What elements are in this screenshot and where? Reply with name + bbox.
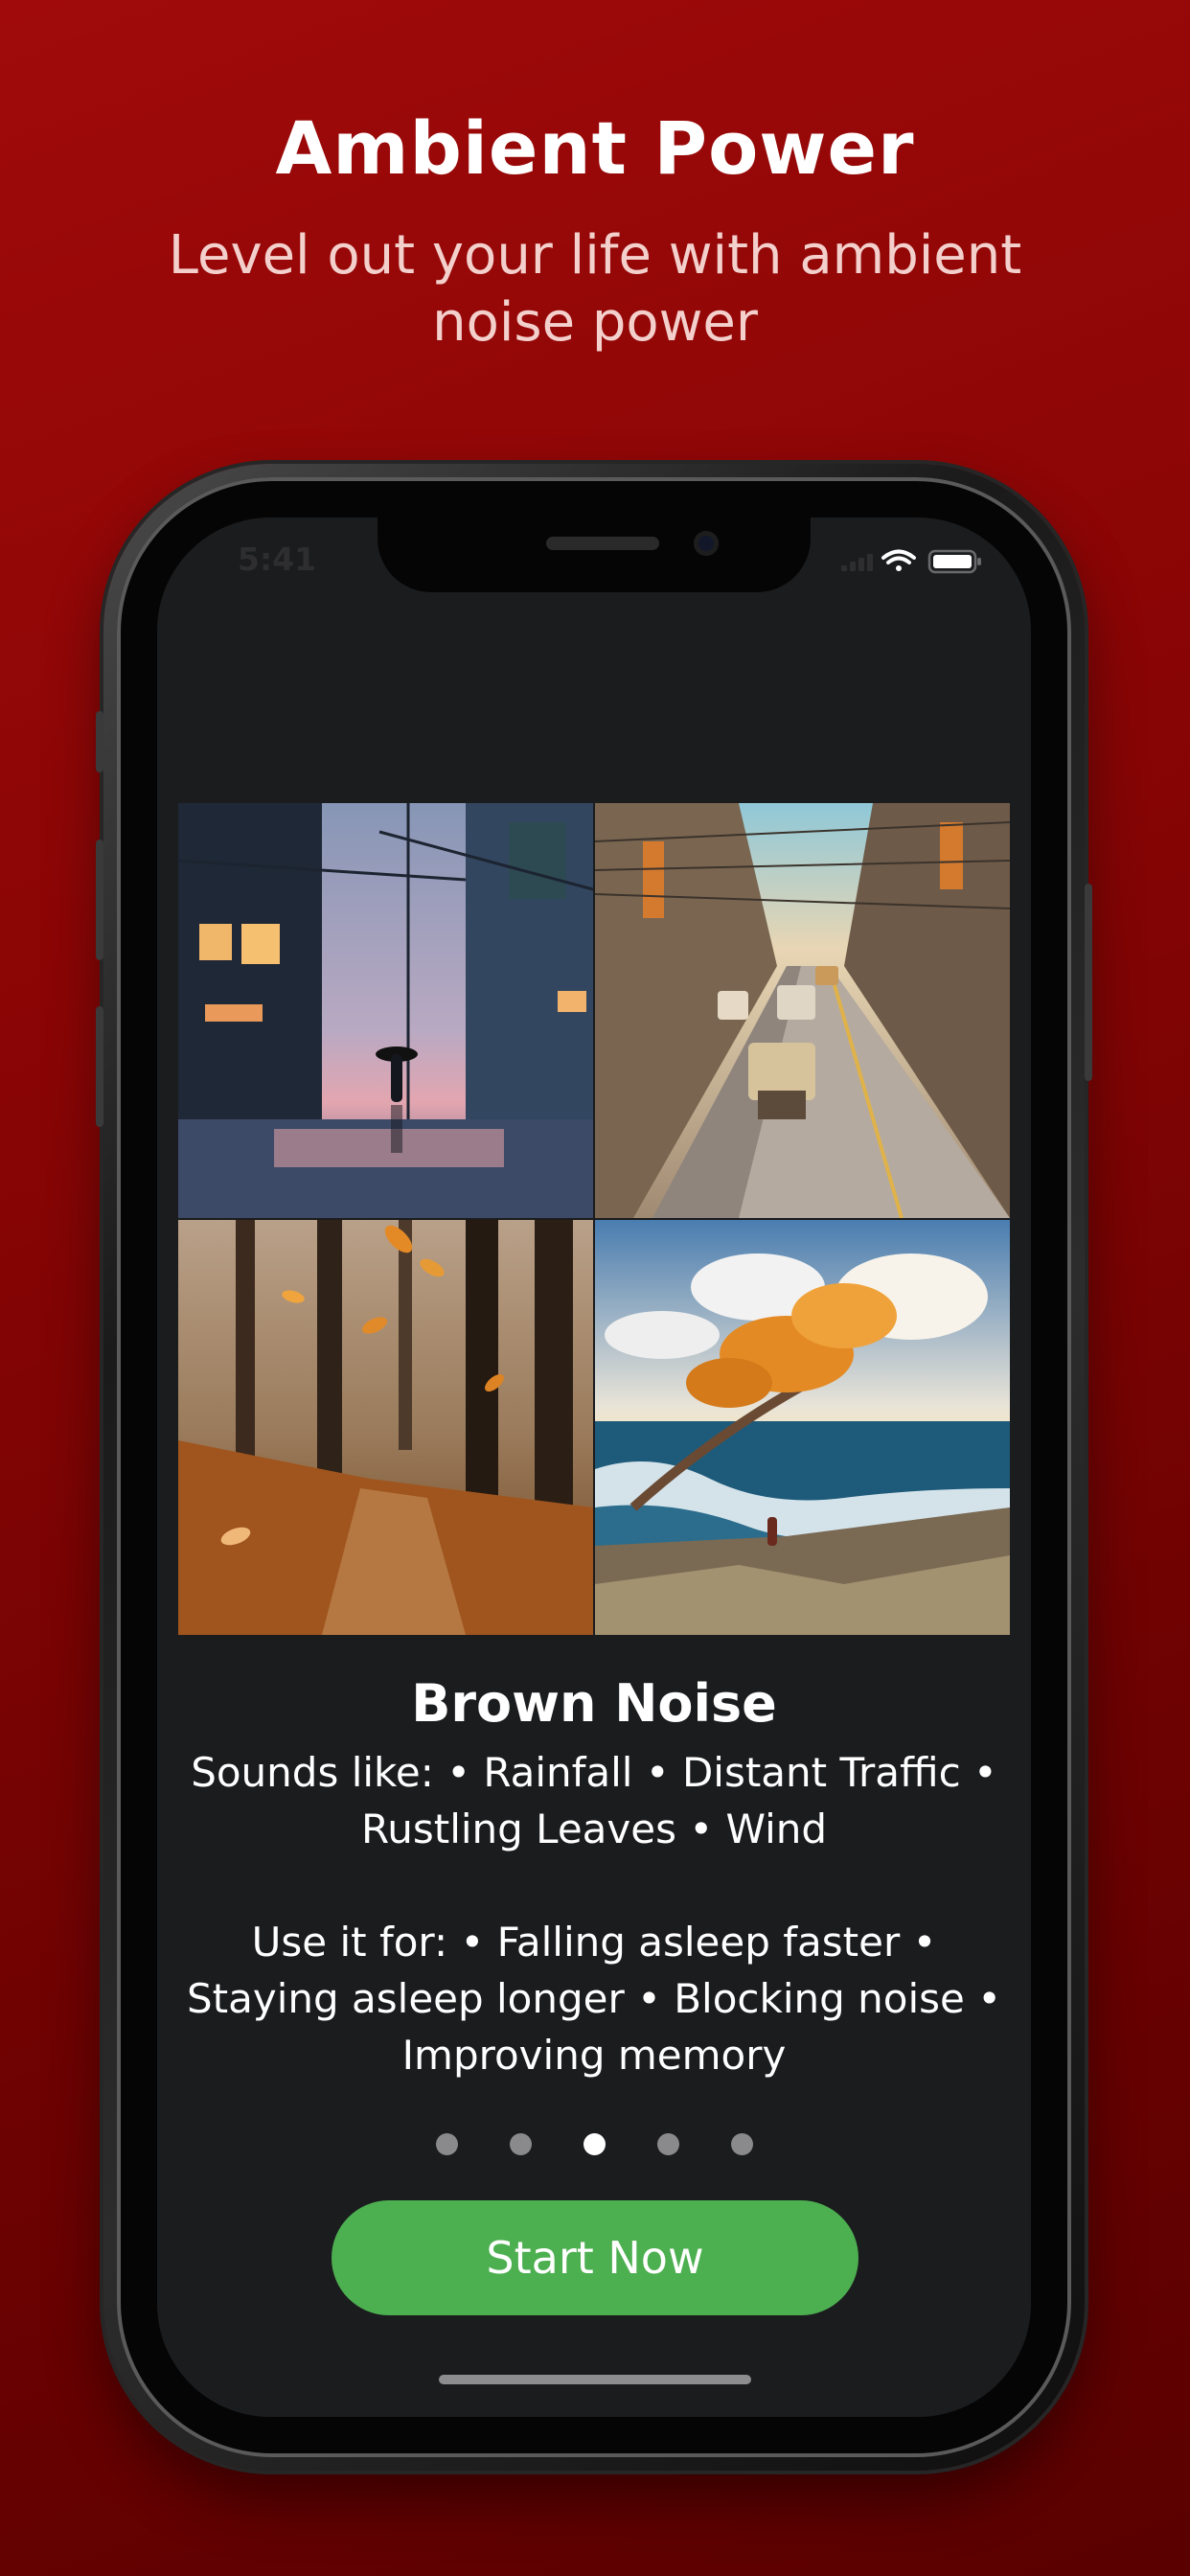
page-dot-3[interactable] <box>583 2133 606 2155</box>
notch <box>378 518 811 592</box>
rain-street-image <box>178 803 593 1218</box>
signal-icon <box>841 554 873 571</box>
traffic-street-image <box>595 803 1010 1218</box>
page-dot-1[interactable] <box>435 2133 458 2155</box>
status-time: 5:41 <box>238 540 317 578</box>
phone-mockup: 5:41 Brown Noise Sounds like: • Rainfall… <box>96 464 1092 2471</box>
app-screen: 5:41 Brown Noise Sounds like: • Rainfall… <box>157 518 1031 2417</box>
image-grid <box>178 803 1010 1635</box>
page-indicator <box>157 2133 1031 2156</box>
noise-title: Brown Noise <box>411 1673 777 1734</box>
page-dot-2[interactable] <box>509 2133 532 2155</box>
front-camera <box>694 531 719 556</box>
volume-down-button <box>96 1006 103 1127</box>
autumn-forest-image <box>178 1220 593 1635</box>
mute-switch <box>96 711 103 772</box>
sounds-like-text: Sounds like: • Rainfall • Distant Traffi… <box>191 1749 997 1852</box>
page-dot-5[interactable] <box>730 2133 753 2155</box>
use-it-for-text: Use it for: • Falling asleep faster • St… <box>187 1919 1001 2079</box>
speaker-grille <box>546 537 659 550</box>
status-icons <box>841 546 985 575</box>
wifi-icon <box>881 549 916 571</box>
home-indicator[interactable] <box>439 2375 751 2384</box>
battery-icon <box>927 549 981 574</box>
promo-headline: Ambient Power <box>275 105 915 191</box>
windy-coast-image <box>595 1220 1010 1635</box>
volume-up-button <box>96 840 103 960</box>
power-button <box>1085 884 1092 1081</box>
page-dot-4[interactable] <box>656 2133 679 2155</box>
start-now-button[interactable]: Start Now <box>332 2200 858 2315</box>
promo-subheadline: Level out your life with ambient noise p… <box>168 224 1022 354</box>
